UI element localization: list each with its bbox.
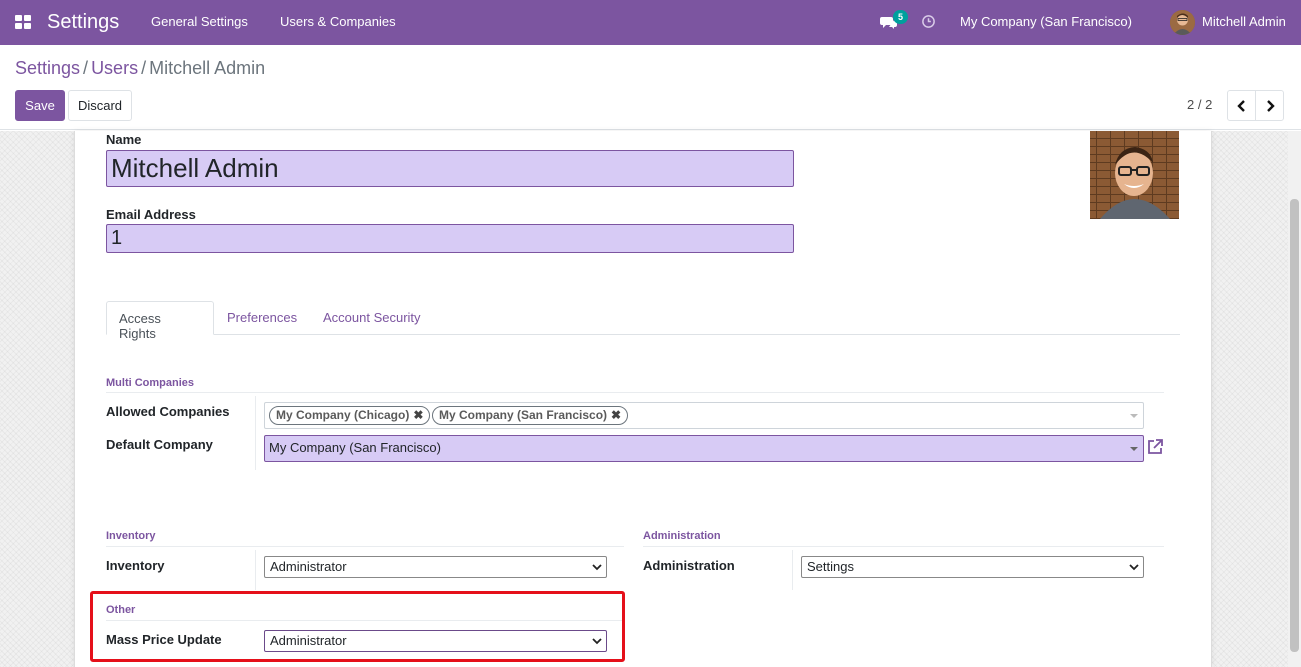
pager-value[interactable]: 2 / 2 (1187, 97, 1212, 112)
inventory-select-value: Administrator (270, 559, 347, 574)
chevron-down-icon (592, 564, 602, 571)
pager-previous-button[interactable] (1227, 90, 1256, 121)
group-title-administration: Administration (643, 530, 721, 542)
default-company-label: Default Company (106, 437, 213, 452)
chevron-down-icon (1129, 564, 1139, 571)
chevron-down-icon[interactable] (1130, 447, 1138, 451)
company-tag: My Company (Chicago) ✖ (269, 406, 431, 425)
tab-account-security[interactable]: Account Security (311, 301, 433, 335)
inventory-label: Inventory (106, 558, 165, 573)
pager-next-button[interactable] (1255, 90, 1284, 121)
control-panel: Settings / Users / Mitchell Admin Save Disca… (0, 45, 1301, 130)
breadcrumb-separator: / (141, 58, 147, 78)
external-link-icon[interactable] (1146, 438, 1164, 456)
save-button[interactable]: Save (15, 90, 65, 121)
tag-remove-icon[interactable]: ✖ (413, 408, 423, 422)
highlight-annotation (90, 591, 625, 662)
form-sheet (74, 131, 1212, 667)
group-title-multi-companies: Multi Companies (106, 377, 195, 389)
allowed-companies-field[interactable]: My Company (Chicago) ✖ My Company (San Fr… (264, 402, 1144, 429)
menu-users-companies[interactable]: Users & Companies (280, 14, 396, 29)
inventory-select[interactable]: Administrator (264, 556, 607, 578)
chevron-left-icon (1236, 99, 1245, 112)
tab-access-rights[interactable]: Access Rights (106, 301, 214, 341)
administration-select[interactable]: Settings (801, 556, 1144, 578)
default-company-value: My Company (San Francisco) (269, 440, 441, 455)
group-divider (106, 392, 1164, 393)
scrollbar-thumb[interactable] (1290, 199, 1299, 652)
name-label: Name (106, 132, 142, 147)
apps-icon[interactable] (15, 15, 31, 29)
user-menu[interactable]: Mitchell Admin (1202, 14, 1286, 29)
breadcrumb-current: Mitchell Admin (149, 58, 266, 78)
field-separator (792, 550, 793, 590)
company-tag-label: My Company (San Francisco) (439, 408, 608, 422)
app-title[interactable]: Settings (47, 11, 119, 34)
group-divider (643, 546, 1164, 547)
breadcrumb-settings[interactable]: Settings (15, 58, 80, 78)
group-title-inventory: Inventory (106, 530, 156, 542)
breadcrumb: Settings / Users / Mitchell Admin (15, 58, 265, 79)
company-switcher[interactable]: My Company (San Francisco) (960, 14, 1132, 29)
email-field[interactable]: 1 (106, 224, 794, 253)
tag-remove-icon[interactable]: ✖ (611, 408, 621, 422)
discard-button[interactable]: Discard (68, 90, 132, 121)
chat-count-badge: 5 (893, 10, 908, 24)
default-company-field[interactable]: My Company (San Francisco) (264, 435, 1144, 462)
name-field[interactable]: Mitchell Admin (106, 150, 794, 187)
menu-general-settings[interactable]: General Settings (151, 14, 248, 29)
administration-select-value: Settings (807, 559, 854, 574)
administration-label: Administration (643, 558, 735, 573)
company-tag-label: My Company (Chicago) (276, 408, 410, 422)
field-separator (255, 396, 256, 470)
scrollbar[interactable] (1288, 131, 1301, 667)
avatar[interactable] (1170, 10, 1195, 35)
group-divider (106, 546, 624, 547)
profile-photo[interactable] (1090, 131, 1179, 219)
chevron-right-icon (1266, 99, 1275, 112)
breadcrumb-users[interactable]: Users (91, 58, 138, 78)
clock-icon[interactable] (921, 14, 936, 29)
breadcrumb-separator: / (83, 58, 89, 78)
tab-preferences[interactable]: Preferences (215, 301, 309, 335)
allowed-companies-label: Allowed Companies (106, 404, 230, 419)
top-navbar: Settings General Settings Users & Compan… (0, 0, 1301, 45)
company-tag: My Company (San Francisco) ✖ (432, 406, 629, 425)
email-label: Email Address (106, 207, 196, 222)
field-separator (255, 550, 256, 590)
chevron-down-icon[interactable] (1130, 414, 1138, 418)
